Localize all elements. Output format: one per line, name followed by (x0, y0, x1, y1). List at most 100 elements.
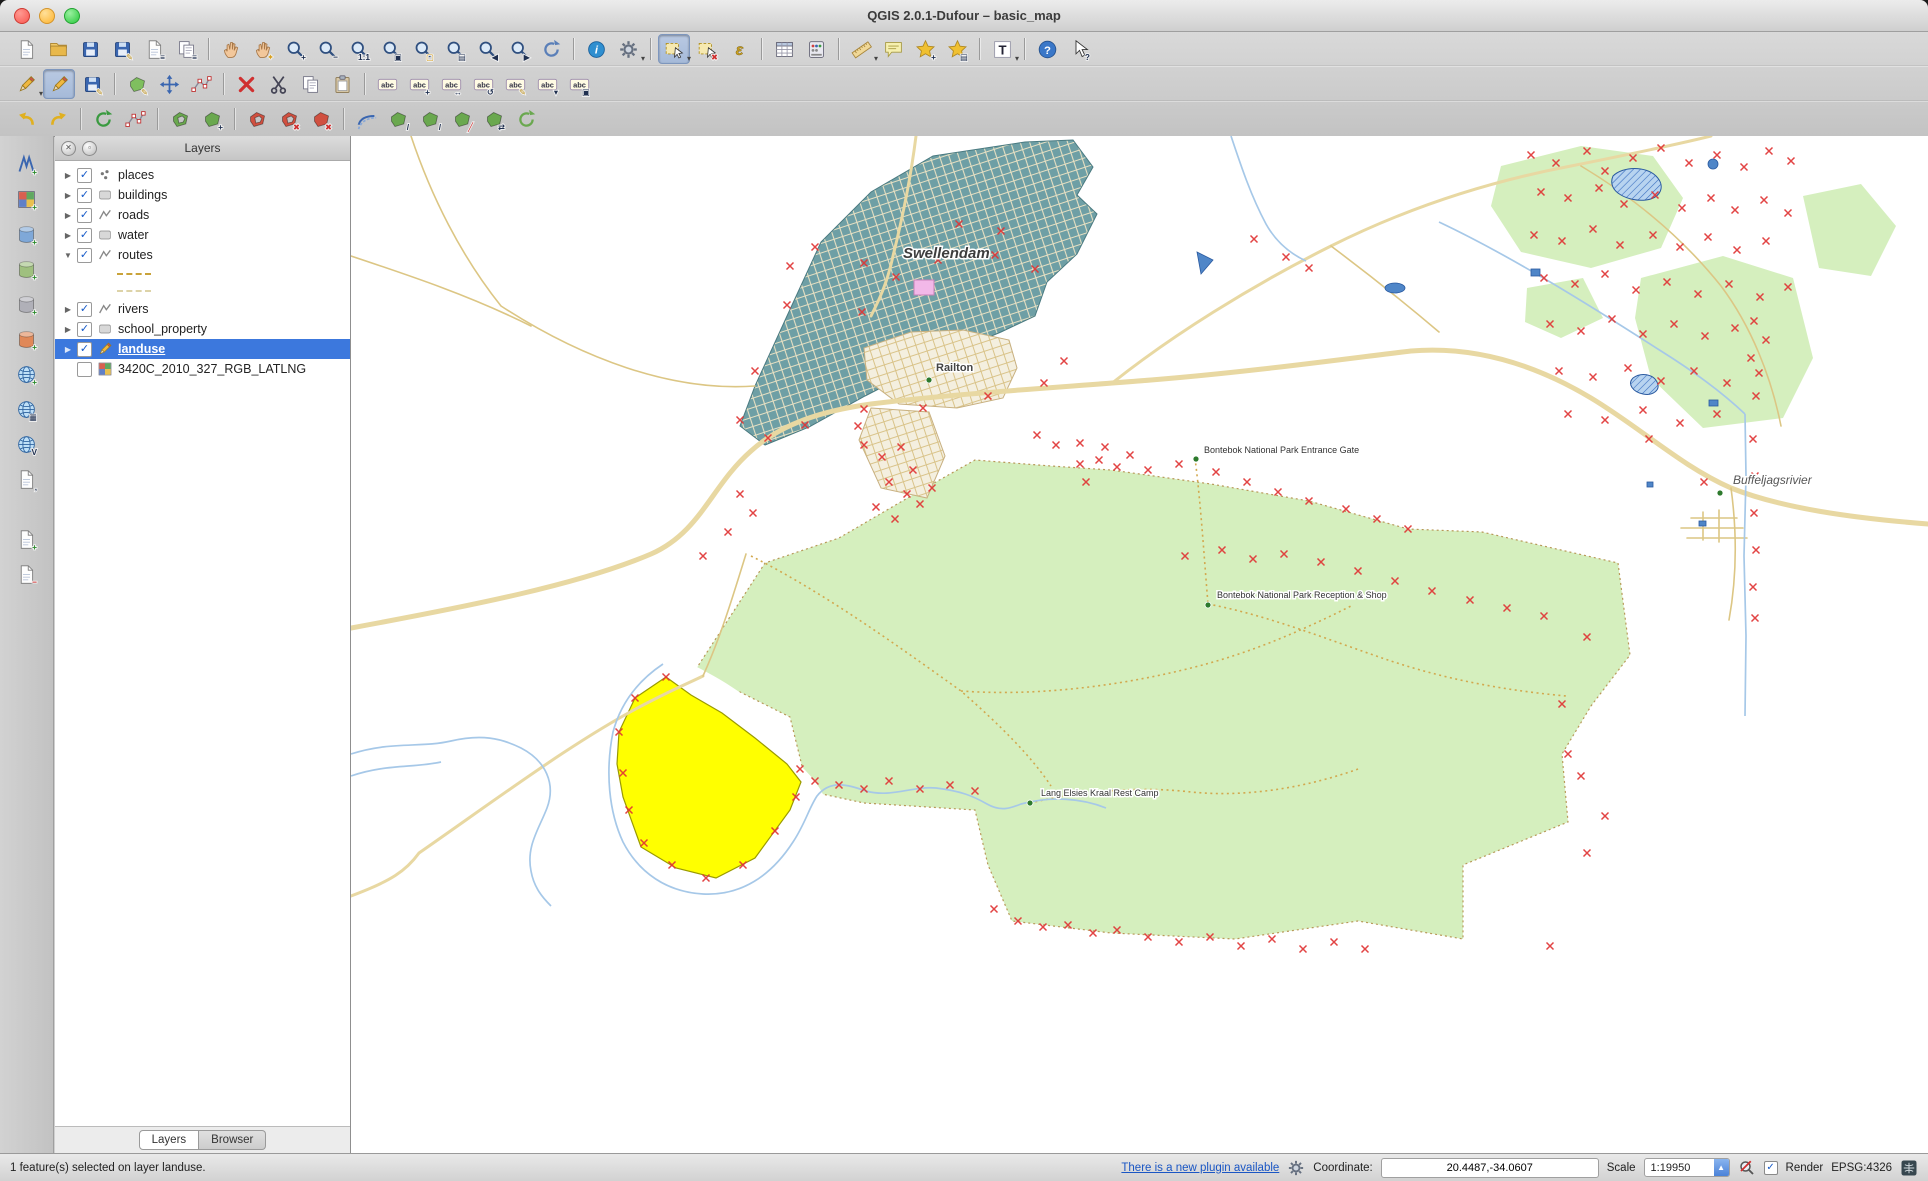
add-wcs-layer[interactable]: ▦ (12, 395, 42, 423)
add-vector-layer[interactable]: + (12, 150, 42, 178)
rotate-feature[interactable] (88, 105, 118, 133)
layer-expander[interactable]: ▶ (61, 191, 75, 200)
layer-item-roads[interactable]: ▶ ✓ roads (55, 205, 350, 225)
change-label[interactable]: ✎ (500, 70, 530, 98)
merge-selected-features[interactable]: ⇄ (479, 105, 509, 133)
add-postgis-layer[interactable]: + (12, 220, 42, 248)
scale-combo-arrow-icon[interactable]: ▲▼ (1713, 1159, 1729, 1181)
text-annotation[interactable]: ▾ (987, 35, 1019, 63)
tab-browser[interactable]: Browser (199, 1130, 267, 1150)
toggle-editing[interactable] (43, 69, 75, 99)
offset-curve[interactable] (351, 105, 381, 133)
label[interactable]: + (404, 70, 434, 98)
open-project[interactable] (43, 35, 73, 63)
pin-unpin-labels[interactable]: ▾ (532, 70, 562, 98)
measure[interactable]: ▾ (846, 35, 878, 63)
move-label[interactable]: ↔ (436, 70, 466, 98)
layer-expander[interactable]: ▼ (61, 251, 75, 260)
undo[interactable] (11, 105, 41, 133)
save-layer-edits[interactable]: ✎ (77, 70, 107, 98)
run-feature-action-dropdown[interactable]: ▾ (641, 54, 645, 63)
scale-combo[interactable]: 1:19950 ▲▼ (1643, 1158, 1730, 1181)
plugin-icon[interactable] (1287, 1159, 1305, 1177)
layer-expander[interactable]: ▶ (61, 325, 75, 334)
help[interactable] (1032, 35, 1062, 63)
pan-to-selection[interactable]: ✦ (248, 35, 278, 63)
run-feature-action[interactable]: ▾ (613, 35, 645, 63)
layer-labeling-options[interactable] (372, 70, 402, 98)
map-canvas[interactable]: Swellendam Railton Bontebok National Park … (351, 136, 1928, 1153)
layer-checkbox-roads[interactable]: ✓ (77, 207, 92, 223)
whats-this[interactable]: ? (1064, 35, 1094, 63)
open-attribute-table[interactable] (769, 35, 799, 63)
select-features[interactable]: ▾ (658, 34, 691, 64)
add-delimited-text-layer[interactable]: , (12, 465, 42, 493)
layer-checkbox-3420C_2010_327_RGB_LATLNG[interactable] (77, 361, 92, 377)
layer-item-landuse[interactable]: ▶ ✓ landuse (55, 339, 350, 359)
refresh-map[interactable] (536, 35, 566, 63)
layer-checkbox-school_property[interactable]: ✓ (77, 321, 92, 337)
layer-item-3420C_2010_327_RGB_LATLNG[interactable]: ▶3420C_2010_327_RGB_LATLNG (55, 359, 350, 379)
layer-checkbox-buildings[interactable]: ✓ (77, 187, 92, 203)
add-wfs-layer[interactable]: V (12, 430, 42, 458)
rotate-label[interactable]: ↺ (468, 70, 498, 98)
select-by-expression[interactable] (724, 35, 754, 63)
delete-ring[interactable]: ✖ (274, 105, 304, 133)
add-feature[interactable]: ✎ (122, 70, 152, 98)
current-edits[interactable]: ▾ (11, 70, 43, 98)
pan-map[interactable] (216, 35, 246, 63)
node-tool[interactable] (186, 70, 216, 98)
new-project[interactable] (11, 35, 41, 63)
show-bookmarks[interactable]: ▤ (942, 35, 972, 63)
add-oracle-layer[interactable]: + (12, 325, 42, 353)
add-ring[interactable] (165, 105, 195, 133)
close-window-button[interactable] (14, 7, 30, 24)
layer-checkbox-landuse[interactable]: ✓ (77, 341, 92, 357)
layer-checkbox-routes[interactable]: ✓ (77, 247, 92, 263)
move-feature[interactable] (154, 70, 184, 98)
zoom-in[interactable]: + (280, 35, 310, 63)
zoom-full[interactable]: ▣ (376, 35, 406, 63)
layer-item-rivers[interactable]: ▶ ✓ rivers (55, 299, 350, 319)
highlight-pinned-labels[interactable]: ▣ (564, 70, 594, 98)
save-project-as[interactable]: ✎ (107, 35, 137, 63)
layer-item-school_property[interactable]: ▶ ✓ school_property (55, 319, 350, 339)
zoom-last[interactable]: ◀ (472, 35, 502, 63)
add-part[interactable]: + (197, 105, 227, 133)
rotate-point-symbols[interactable] (511, 105, 541, 133)
plugin-link[interactable]: There is a new plugin available (1121, 1162, 1279, 1174)
stop-rendering-icon[interactable] (1738, 1159, 1756, 1177)
add-raster-layer[interactable]: + (12, 185, 42, 213)
map-tips[interactable] (878, 35, 908, 63)
layer-item-routes[interactable]: ▼ ✓ routes (55, 245, 350, 265)
delete-part[interactable]: ✖ (306, 105, 336, 133)
crs-status-icon[interactable] (1900, 1159, 1918, 1177)
reshape-features[interactable]: / (383, 105, 413, 133)
layer-item-water[interactable]: ▶ ✓ water (55, 225, 350, 245)
layer-expander[interactable]: ▶ (61, 345, 75, 354)
layer-item-buildings[interactable]: ▶ ✓ buildings (55, 185, 350, 205)
zoom-to-selection[interactable]: ▢ (408, 35, 438, 63)
layer-checkbox-places[interactable]: ✓ (77, 167, 92, 183)
deselect-features[interactable]: ✖ (692, 35, 722, 63)
layer-expander[interactable]: ▶ (61, 171, 75, 180)
text-annotation-dropdown[interactable]: ▾ (1015, 54, 1019, 63)
field-calculator[interactable] (801, 35, 831, 63)
select-features-dropdown[interactable]: ▾ (687, 54, 691, 63)
layer-checkbox-rivers[interactable]: ✓ (77, 301, 92, 317)
layer-expander[interactable]: ▶ (61, 231, 75, 240)
layer-item-places[interactable]: ▶ ✓ places (55, 165, 350, 185)
split-features[interactable]: ╱ (447, 105, 477, 133)
new-print-composer[interactable]: ≡ (139, 35, 169, 63)
redo[interactable] (43, 105, 73, 133)
add-spatialite-layer[interactable]: + (12, 255, 42, 283)
save-project[interactable] (75, 35, 105, 63)
copy-features[interactable] (295, 70, 325, 98)
tab-layers[interactable]: Layers (138, 1130, 200, 1150)
paste-features[interactable] (327, 70, 357, 98)
fill-ring[interactable] (242, 105, 272, 133)
coordinate-input[interactable] (1380, 1157, 1599, 1178)
new-shapefile-layer[interactable]: + (12, 525, 42, 553)
new-bookmark[interactable]: + (910, 35, 940, 63)
identify-features[interactable] (581, 35, 611, 63)
